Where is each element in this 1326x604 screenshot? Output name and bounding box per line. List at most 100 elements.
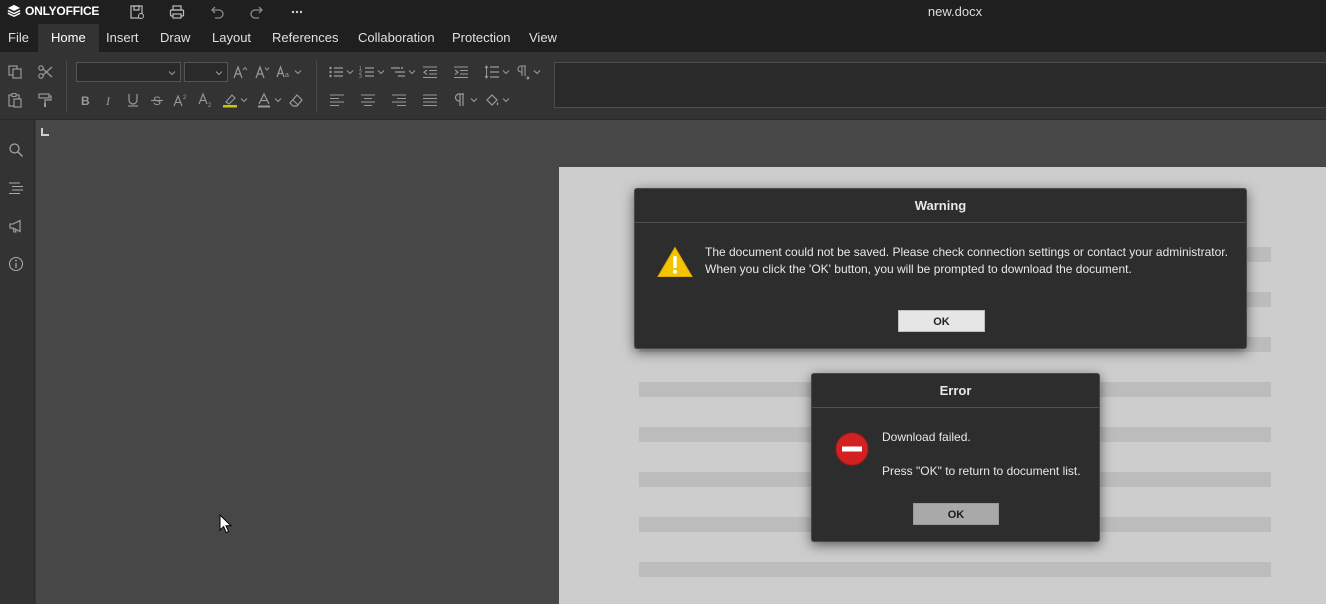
paragraph-direction-dropdown[interactable] — [515, 62, 547, 82]
chevron-down-icon — [502, 98, 510, 103]
warning-message-line2: When you click the 'OK' button, you will… — [705, 262, 1132, 276]
format-painter-icon — [38, 93, 52, 107]
tab-stop-selector[interactable] — [41, 128, 49, 136]
warning-message-line1: The document could not be saved. Please … — [705, 245, 1228, 259]
cut-button[interactable] — [35, 62, 55, 82]
warning-ok-button[interactable]: OK — [898, 310, 985, 332]
chevron-down-icon — [377, 70, 385, 75]
align-justify-icon — [423, 94, 437, 107]
line-spacing-icon — [484, 65, 499, 79]
superscript-icon: 2 — [173, 94, 187, 107]
align-right-button[interactable] — [389, 90, 409, 110]
justify-button[interactable] — [420, 90, 440, 110]
styles-gallery[interactable] — [554, 62, 1326, 108]
shading-dropdown[interactable] — [484, 90, 516, 110]
error-dialog: Error Download failed. Press "OK" to ret… — [811, 373, 1100, 542]
subscript-button[interactable]: 2 — [196, 90, 216, 110]
navigation-button[interactable] — [6, 178, 26, 198]
increase-indent-button[interactable] — [451, 62, 471, 82]
bullets-dropdown[interactable] — [328, 62, 360, 82]
warning-dialog: Warning The document could not be saved.… — [634, 188, 1247, 349]
svg-text:a: a — [285, 72, 289, 79]
tab-file[interactable]: File — [0, 24, 37, 52]
align-right-icon — [392, 94, 406, 107]
chevron-down-icon — [408, 70, 416, 75]
chevron-down-icon — [240, 98, 248, 103]
font-size-combo[interactable] — [184, 62, 228, 82]
highlight-color-dropdown[interactable] — [222, 90, 254, 110]
menu-tabs: File Home Insert Draw Layout References … — [0, 24, 1326, 52]
multilevel-list-icon — [391, 67, 405, 77]
increase-font-button[interactable] — [230, 62, 250, 82]
paste-button[interactable] — [5, 90, 25, 110]
font-color-dropdown[interactable] — [256, 90, 288, 110]
strikethrough-icon: S — [151, 94, 163, 108]
about-button[interactable] — [6, 254, 26, 274]
font-color-icon — [258, 92, 270, 108]
tab-layout[interactable]: Layout — [204, 24, 259, 52]
font-decrease-icon — [255, 65, 270, 79]
tab-references[interactable]: References — [264, 24, 346, 52]
error-dialog-title: Error — [812, 374, 1099, 408]
subscript-icon: 2 — [198, 92, 212, 108]
strikethrough-button[interactable]: S — [147, 90, 167, 110]
change-case-icon: a — [276, 65, 289, 79]
nonprinting-characters-dropdown[interactable] — [452, 90, 484, 110]
bold-button[interactable]: B — [75, 90, 95, 110]
multilevel-list-dropdown[interactable] — [390, 62, 422, 82]
error-message-line1: Download failed. — [882, 430, 971, 444]
loading-line — [639, 562, 1271, 577]
left-panel — [0, 120, 35, 604]
clear-style-button[interactable] — [286, 90, 306, 110]
italic-button[interactable]: I — [99, 90, 119, 110]
superscript-button[interactable]: 2 — [171, 90, 191, 110]
chevron-down-icon — [215, 71, 223, 76]
change-case-dropdown[interactable]: a — [276, 62, 308, 82]
indent-icon — [454, 66, 468, 79]
chevron-down-icon — [470, 98, 478, 103]
paint-bucket-icon — [486, 94, 499, 106]
tab-protection[interactable]: Protection — [444, 24, 519, 52]
underline-button[interactable] — [123, 90, 143, 110]
error-message: Download failed. Press "OK" to return to… — [882, 429, 1097, 480]
warning-triangle-icon — [657, 246, 693, 277]
svg-text:I: I — [105, 94, 111, 108]
tab-draw[interactable]: Draw — [152, 24, 198, 52]
decrease-indent-button[interactable] — [420, 62, 440, 82]
bullet-list-icon — [329, 66, 343, 78]
bold-icon: B — [81, 94, 90, 108]
search-icon — [9, 143, 23, 157]
align-left-button[interactable] — [327, 90, 347, 110]
tab-insert[interactable]: Insert — [98, 24, 147, 52]
toolbar-separator — [66, 60, 67, 112]
search-button[interactable] — [6, 140, 26, 160]
chevron-down-icon — [533, 70, 541, 75]
title-bar: ONLYOFFICE new.docx — [0, 0, 1326, 24]
align-left-icon — [330, 94, 344, 107]
svg-text:B: B — [81, 94, 90, 108]
svg-text:3: 3 — [359, 74, 362, 80]
copy-button[interactable] — [5, 62, 25, 82]
line-spacing-dropdown[interactable] — [484, 62, 516, 82]
font-name-combo[interactable] — [76, 62, 181, 82]
tab-view[interactable]: View — [521, 24, 565, 52]
warning-dialog-title: Warning — [635, 189, 1246, 223]
home-toolbar: a B I S 2 2 — [0, 52, 1326, 120]
decrease-font-button[interactable] — [252, 62, 272, 82]
tab-collaboration[interactable]: Collaboration — [350, 24, 443, 52]
headings-navigation-icon — [9, 182, 23, 195]
toolbar-separator — [316, 60, 317, 112]
numbered-list-icon: 123 — [359, 66, 374, 80]
copy-style-button[interactable] — [35, 90, 55, 110]
paragraph-direction-icon — [517, 65, 530, 80]
error-ok-button[interactable]: OK — [913, 503, 999, 525]
tab-home[interactable]: Home — [38, 24, 99, 52]
chevron-down-icon — [294, 70, 302, 75]
align-center-button[interactable] — [358, 90, 378, 110]
numbering-dropdown[interactable]: 123 — [359, 62, 391, 82]
feedback-button[interactable] — [6, 216, 26, 236]
pilcrow-icon — [454, 93, 464, 106]
outdent-icon — [423, 66, 437, 79]
copy-icon — [8, 65, 22, 79]
eraser-icon — [289, 94, 303, 107]
